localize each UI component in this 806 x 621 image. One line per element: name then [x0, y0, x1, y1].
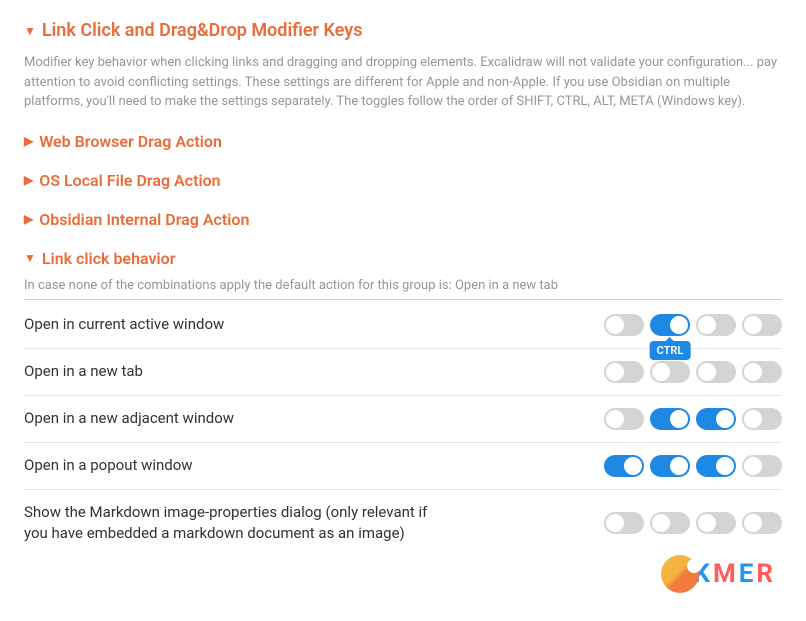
- watermark-text: KMER: [693, 559, 776, 589]
- setting-label: Open in a new adjacent window: [24, 408, 234, 429]
- toggle-switch[interactable]: [742, 314, 782, 336]
- setting-row: Open in current active window CTRL: [24, 302, 782, 349]
- section-header-link[interactable]: ▼ Link click behavior: [24, 249, 782, 268]
- toggle-switch[interactable]: [696, 408, 736, 430]
- section-title: OS Local File Drag Action: [39, 171, 220, 190]
- chevron-down-icon: ▼: [24, 25, 36, 37]
- section-title: Web Browser Drag Action: [39, 132, 222, 151]
- section-hint: In case none of the combinations apply t…: [24, 278, 782, 300]
- setting-label: Show the Markdown image-properties dialo…: [24, 502, 454, 544]
- toggle-switch[interactable]: [650, 512, 690, 534]
- toggle-switch[interactable]: [696, 314, 736, 336]
- toggle-switch[interactable]: [742, 512, 782, 534]
- toggle-switch[interactable]: [696, 455, 736, 477]
- watermark: KMER: [661, 555, 776, 593]
- chevron-right-icon: ▶: [24, 213, 33, 225]
- main-description: Modifier key behavior when clicking link…: [24, 53, 782, 112]
- watermark-icon: [661, 555, 699, 593]
- toggle-group: [604, 408, 782, 430]
- toggle-switch[interactable]: [604, 455, 644, 477]
- toggle-switch[interactable]: [650, 455, 690, 477]
- section-header-web[interactable]: ▶ Web Browser Drag Action: [24, 132, 782, 151]
- toggle-switch[interactable]: [604, 361, 644, 383]
- section-header-obsidian[interactable]: ▶ Obsidian Internal Drag Action: [24, 210, 782, 229]
- toggle-group: [604, 361, 782, 383]
- toggle-switch[interactable]: [604, 512, 644, 534]
- tooltip: CTRL: [650, 341, 691, 360]
- setting-row: Show the Markdown image-properties dialo…: [24, 490, 782, 556]
- toggle-switch[interactable]: [696, 512, 736, 534]
- toggle-group: [604, 455, 782, 477]
- toggle-group: [604, 512, 782, 534]
- section-header-os[interactable]: ▶ OS Local File Drag Action: [24, 171, 782, 190]
- section-title: Obsidian Internal Drag Action: [39, 210, 249, 229]
- toggle-switch[interactable]: [650, 408, 690, 430]
- section-title: Link click behavior: [42, 249, 176, 268]
- main-section-header[interactable]: ▼ Link Click and Drag&Drop Modifier Keys: [24, 20, 782, 41]
- toggle-switch[interactable]: [604, 314, 644, 336]
- setting-label: Open in a new tab: [24, 361, 143, 382]
- main-section-title: Link Click and Drag&Drop Modifier Keys: [42, 20, 363, 41]
- toggle-switch[interactable]: [742, 408, 782, 430]
- toggle-switch[interactable]: [650, 314, 690, 336]
- setting-row: Open in a new adjacent window: [24, 396, 782, 443]
- toggle-group: CTRL: [604, 314, 782, 336]
- toggle-switch[interactable]: [604, 408, 644, 430]
- setting-row: Open in a popout window: [24, 443, 782, 490]
- toggle-switch[interactable]: [742, 455, 782, 477]
- chevron-down-icon: ▼: [24, 252, 36, 264]
- setting-label: Open in current active window: [24, 314, 224, 335]
- setting-label: Open in a popout window: [24, 455, 193, 476]
- toggle-switch[interactable]: [696, 361, 736, 383]
- chevron-right-icon: ▶: [24, 174, 33, 186]
- toggle-switch[interactable]: [742, 361, 782, 383]
- chevron-right-icon: ▶: [24, 135, 33, 147]
- toggle-switch[interactable]: [650, 361, 690, 383]
